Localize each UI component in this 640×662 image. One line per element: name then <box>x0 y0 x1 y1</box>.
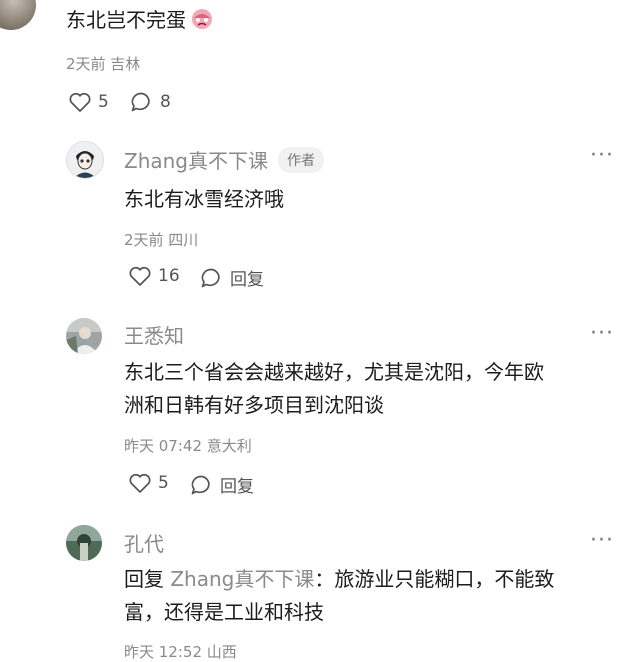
more-options-button[interactable]: ··· <box>590 321 614 346</box>
comment-meta: 2天前 吉林 <box>66 55 141 73</box>
comment-meta: 昨天 07:42 意大利 <box>124 437 252 455</box>
username[interactable]: 王悉知 <box>124 320 184 349</box>
comment-bubble-icon <box>201 268 220 287</box>
more-options-button[interactable]: ··· <box>590 528 614 553</box>
reply-label: 回复 <box>230 270 264 290</box>
author-badge: 作者 <box>278 147 325 173</box>
comment-bubble-icon <box>191 475 210 494</box>
reply-button[interactable]: 回复 <box>190 472 254 497</box>
heart-icon <box>129 266 151 286</box>
like-button[interactable]: 5 <box>128 472 169 494</box>
username-text: Zhang真不下课 <box>124 149 269 173</box>
comment-text-line-2: 富，还得是工业和科技 <box>124 600 324 624</box>
comment-meta: 2天前 四川 <box>124 231 199 249</box>
username[interactable]: Zhang真不下课 作者 <box>124 145 325 174</box>
comment-body: ：旅游业只能糊口，不能致 <box>314 567 555 591</box>
reply-to-username[interactable]: Zhang真不下课 <box>170 567 314 591</box>
avatar[interactable] <box>66 141 104 179</box>
comment-meta: 昨天 12:52 山西 <box>124 643 237 661</box>
crying-face-emoji <box>190 8 214 30</box>
like-button[interactable]: 5 <box>68 91 109 113</box>
like-count: 5 <box>158 473 169 493</box>
reply-button[interactable]: 回复 <box>200 265 264 290</box>
reply-count: 8 <box>160 92 171 112</box>
avatar[interactable] <box>0 0 36 30</box>
comment-text-line-1: 东北三个省会会越来越好，尤其是沈阳，今年欧 <box>124 360 544 384</box>
comment-body: 东北岂不完蛋 <box>66 8 186 32</box>
comment-text: 东北岂不完蛋 <box>66 6 214 34</box>
reply-count-button[interactable]: 8 <box>130 91 171 113</box>
like-button[interactable]: 16 <box>128 265 180 287</box>
avatar[interactable] <box>66 525 102 561</box>
comment-text: 东北有冰雪经济哦 <box>124 187 284 211</box>
username[interactable]: 孔代 <box>124 528 164 557</box>
comment-text-line-1: 回复 Zhang真不下课：旅游业只能糊口，不能致 <box>124 565 554 593</box>
avatar[interactable] <box>66 318 102 354</box>
like-count: 5 <box>98 92 109 112</box>
comment-text-line-2: 洲和日韩有好多项目到沈阳谈 <box>124 393 384 417</box>
heart-icon <box>69 92 91 112</box>
comment-bubble-icon <box>131 92 150 112</box>
heart-icon <box>129 473 151 493</box>
more-options-button[interactable]: ··· <box>590 143 614 168</box>
reply-prefix: 回复 <box>124 567 171 591</box>
reply-label: 回复 <box>220 477 254 497</box>
like-count: 16 <box>158 266 180 286</box>
